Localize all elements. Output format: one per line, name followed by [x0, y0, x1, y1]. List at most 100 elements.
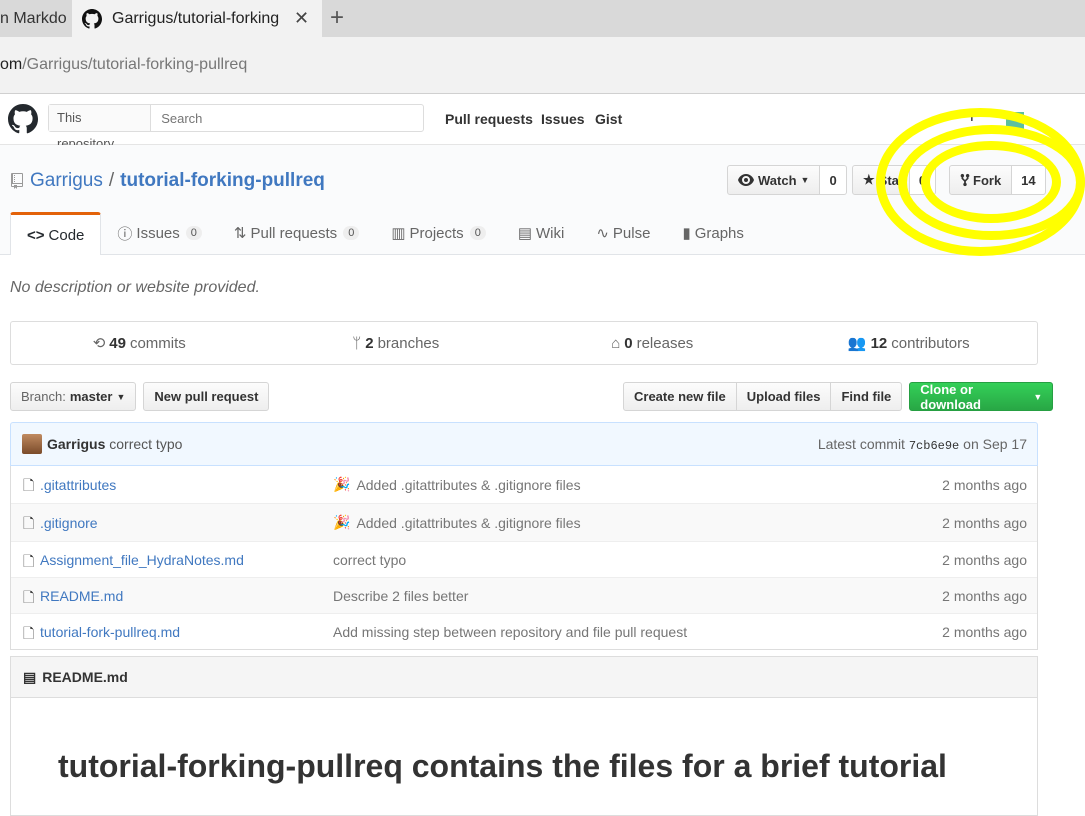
close-tab-icon[interactable]: ✕ — [294, 8, 309, 29]
file-name-link[interactable]: tutorial-fork-pullreq.md — [40, 624, 180, 640]
github-icon — [82, 8, 102, 29]
releases-label: releases — [636, 334, 694, 352]
file-icon: 🗋 — [23, 553, 35, 569]
watch-group: Watch ▼ 0 — [727, 165, 847, 195]
repo-title: Garrigus / tutorial-forking-pullreq — [10, 170, 325, 192]
commit-message-link[interactable]: correct typo — [333, 552, 406, 568]
browser-tab-inactive[interactable]: n Markdo — [0, 0, 72, 37]
repo-icon — [11, 173, 23, 189]
url-path: /Garrigus/tutorial-forking-pullreq — [22, 56, 248, 73]
commit-message-text: Added .gitattributes & .gitignore files — [356, 514, 581, 531]
table-row: 🗋 tutorial-fork-pullreq.md Add missing s… — [11, 613, 1037, 649]
search-scope-label[interactable]: This repository — [49, 105, 152, 151]
annotation-circle-inner — [921, 141, 1061, 223]
file-age: 2 months ago — [942, 476, 1027, 493]
tab-title: Garrigus/tutorial-forking — [112, 9, 280, 27]
tab-issues[interactable]: ⓘ Issues 0 — [101, 212, 218, 254]
branches-label: branches — [377, 334, 440, 352]
nav-gist[interactable]: Gist — [595, 111, 622, 127]
readme-box: ▤ README.md — [10, 656, 1038, 816]
find-file-button[interactable]: Find file — [831, 382, 903, 411]
commit-message-text: Added .gitattributes & .gitignore files — [356, 476, 581, 493]
contributors-link[interactable]: 👥 12 contributors — [781, 322, 1038, 364]
author-avatar[interactable] — [22, 434, 42, 454]
commit-message-link[interactable]: 🎉 Added .gitattributes & .gitignore files — [333, 476, 581, 493]
file-icon: 🗋 — [23, 515, 35, 531]
upload-files-button[interactable]: Upload files — [736, 382, 832, 411]
tab-code[interactable]: <> Code — [10, 212, 102, 255]
commit-message-link[interactable]: Describe 2 files better — [333, 588, 468, 604]
browser-tab-active[interactable]: Garrigus/tutorial-forking ✕ — [72, 0, 322, 37]
tab-title: n Markdo — [0, 9, 67, 27]
commits-count: 49 — [109, 334, 126, 352]
commit-sha[interactable]: 7cb6e9e — [909, 439, 959, 453]
tab-graphs[interactable]: ▮ Graphs — [666, 212, 759, 254]
table-row: 🗋 .gitattributes 🎉 Added .gitattributes &… — [11, 466, 1037, 503]
branch-select[interactable]: Branch: master ▼ — [10, 382, 137, 411]
file-icon: 🗋 — [23, 589, 35, 605]
nav-issues[interactable]: Issues — [541, 111, 585, 127]
tab-wiki[interactable]: ▤ Wiki — [502, 212, 581, 254]
nav-pull-requests[interactable]: Pull requests — [445, 111, 533, 127]
tab-pulse[interactable]: ∿ Pulse — [580, 212, 666, 254]
readme-filename: README.md — [42, 669, 128, 685]
commit-author[interactable]: Garrigus — [47, 436, 105, 452]
history-icon: ⟲ — [92, 335, 106, 352]
repo-separator: / — [108, 170, 115, 191]
tab-label: Issues — [136, 224, 180, 242]
releases-link[interactable]: ⌂ 0 releases — [524, 322, 781, 364]
commit-message-link[interactable]: Add missing step between repository and … — [333, 624, 687, 640]
search-input[interactable] — [151, 105, 423, 131]
table-row: 🗋 README.md Describe 2 files better 2 mo… — [11, 577, 1037, 613]
new-tab-button[interactable]: + — [330, 4, 344, 32]
readme-header: ▤ README.md — [11, 657, 1037, 698]
file-icon: 🗋 — [23, 625, 35, 641]
numbers-summary: ⟲ 49 commits ᛘ 2 branches ⌂ 0 releases 👥 12 cont… — [10, 321, 1038, 365]
caret-down-icon: ▼ — [1033, 391, 1043, 402]
tab-counter: 0 — [185, 226, 202, 240]
file-age: 2 months ago — [942, 551, 1027, 568]
table-row: 🗋 .gitignore 🎉 Added .gitattributes & .gi… — [11, 503, 1037, 541]
graph-icon: ▮ — [682, 225, 691, 242]
branch-name: master — [69, 389, 113, 404]
repo-name-link[interactable]: tutorial-forking-pullreq — [120, 170, 325, 192]
create-new-file-button[interactable]: Create new file — [623, 382, 737, 411]
pull-request-icon: ⇅ — [233, 225, 247, 242]
readme-title: tutorial-forking-pullreq contains the fi… — [58, 748, 947, 784]
clone-or-download-button[interactable]: Clone or download ▼ — [909, 381, 1054, 412]
commit-info: Garrigus correct typo — [47, 436, 182, 452]
url-host: om — [0, 56, 23, 73]
project-icon: ▥ — [391, 225, 406, 242]
file-name-link[interactable]: README.md — [40, 588, 123, 604]
issue-icon: ⓘ — [117, 225, 133, 243]
tab-label: Wiki — [536, 224, 565, 242]
file-name-link[interactable]: Assignment_file_HydraNotes.md — [40, 552, 244, 568]
repo-owner-link[interactable]: Garrigus — [30, 170, 103, 192]
repo-tabs: <> Code ⓘ Issues 0 ⇅ Pull requests 0 ▥ Project… — [10, 212, 760, 255]
file-name-link[interactable]: .gitignore — [40, 515, 98, 531]
clone-label: Clone or download — [920, 381, 981, 412]
file-toolbar: Create new file Upload files Find file C… — [623, 381, 1054, 412]
tab-projects[interactable]: ▥ Projects 0 — [375, 212, 502, 254]
search-box: This repository — [48, 104, 424, 151]
file-age: 2 months ago — [942, 514, 1027, 531]
branch-prefix: Branch: — [21, 389, 66, 404]
new-pull-request-button[interactable]: New pull request — [143, 382, 270, 411]
tab-label: Pull requests — [250, 224, 338, 242]
latest-commit-info: Latest commit 7cb6e9e on Sep 17 — [818, 436, 1027, 453]
watch-label: Watch — [758, 172, 797, 188]
github-logo-icon[interactable] — [8, 104, 38, 134]
commit-message[interactable]: correct typo — [109, 436, 182, 452]
url-text[interactable]: om/Garrigus/tutorial-forking-pullreq — [0, 56, 247, 74]
watch-button[interactable]: Watch ▼ — [727, 165, 821, 195]
watch-count[interactable]: 0 — [820, 165, 847, 195]
branches-link[interactable]: ᛘ 2 branches — [268, 322, 525, 364]
contributors-count: 12 — [870, 334, 888, 352]
caret-down-icon: ▼ — [800, 175, 810, 185]
star-icon: ★ — [863, 172, 875, 187]
file-name-link[interactable]: .gitattributes — [40, 477, 116, 493]
branch-toolbar: Branch: master ▼ New pull request — [10, 382, 270, 411]
commit-message-link[interactable]: 🎉 Added .gitattributes & .gitignore files — [333, 514, 581, 531]
commits-link[interactable]: ⟲ 49 commits — [11, 322, 268, 364]
tab-pull-requests[interactable]: ⇅ Pull requests 0 — [218, 212, 375, 254]
